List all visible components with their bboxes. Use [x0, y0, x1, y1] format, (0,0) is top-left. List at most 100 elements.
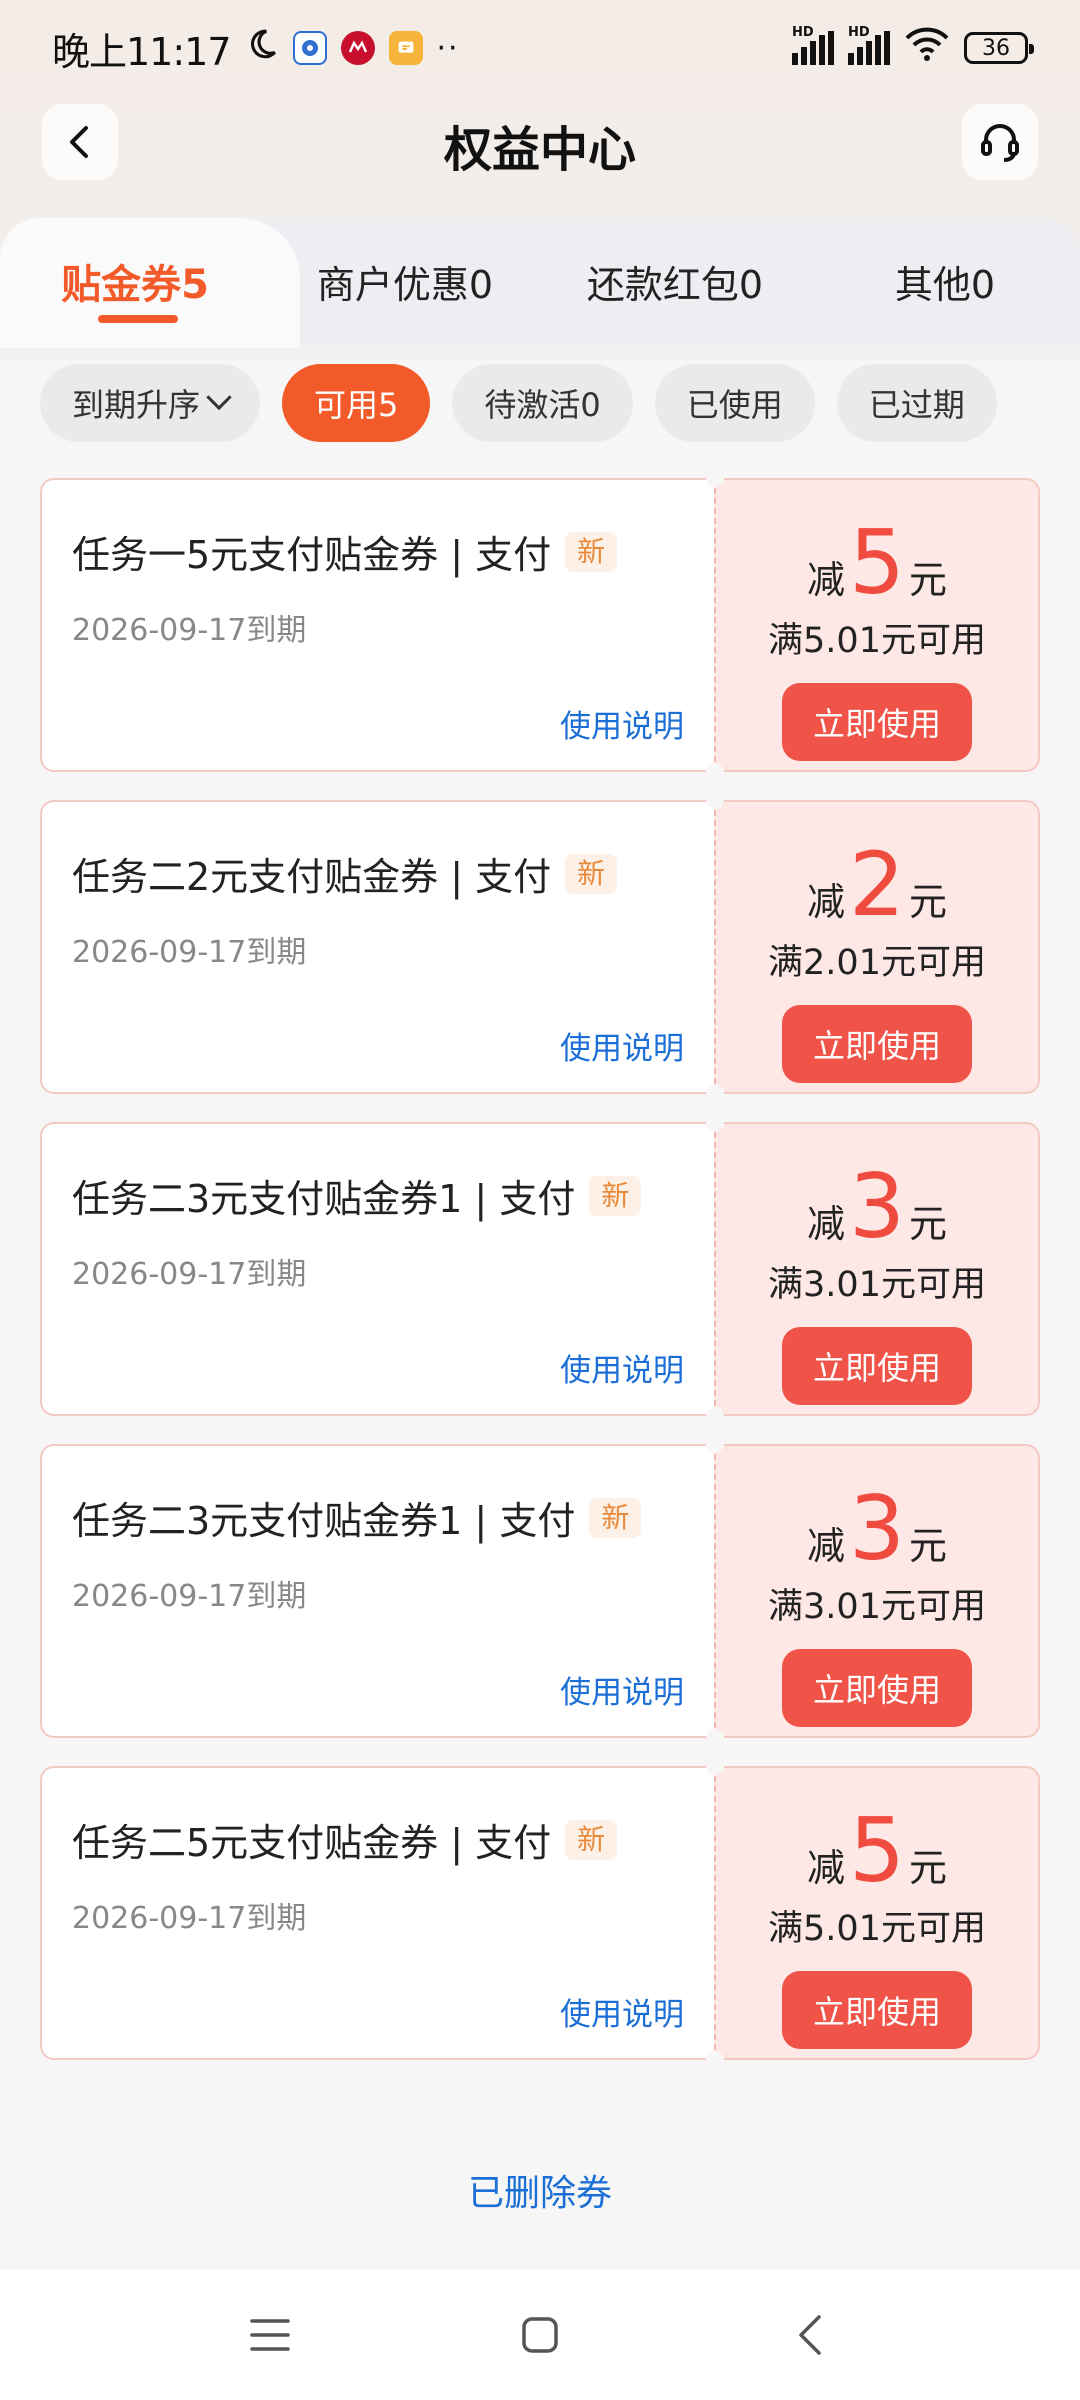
- cellular-signal-icon-2: HD: [848, 25, 890, 65]
- active-tab-indicator: [98, 315, 178, 323]
- discount-number: 3: [849, 1477, 905, 1580]
- coupon-title: 任务二2元支付贴金券 | 支付: [72, 855, 552, 899]
- coupon-expiry-date: 2026-09-17到期: [72, 613, 307, 648]
- use-now-button[interactable]: 立即使用: [782, 1649, 972, 1727]
- coupon-expiry-date: 2026-09-17到期: [72, 1257, 307, 1292]
- filter-chips: 到期升序 可用5 待激活0 已使用 已过期: [40, 364, 997, 444]
- wifi-icon: [904, 26, 950, 71]
- new-badge: 新: [589, 1497, 642, 1538]
- chevron-left-icon: [799, 2315, 821, 2355]
- chevron-down-icon: [206, 384, 232, 411]
- coupon-title-row: 任务一5元支付贴金券 | 支付 新: [72, 524, 684, 579]
- discount-amount: 减 2 元: [807, 840, 947, 930]
- system-navigation-bar: [0, 2270, 1080, 2400]
- status-right: HD HD 36: [792, 25, 1034, 71]
- usage-instructions-link[interactable]: 使用说明: [560, 1667, 684, 1712]
- coupon-card: 任务一5元支付贴金券 | 支付 新 2026-09-17到期 使用说明 减 5 …: [40, 469, 1040, 781]
- minimum-spend-condition: 满5.01元可用: [768, 621, 986, 661]
- coupon-info: 任务二3元支付贴金券1 | 支付 新 2026-09-17到期 使用说明: [40, 1444, 714, 1738]
- new-badge: 新: [565, 1819, 618, 1860]
- discount-prefix: 减: [806, 880, 845, 924]
- coupon-value: 减 3 元 满3.01元可用 立即使用: [714, 1444, 1040, 1738]
- use-now-button[interactable]: 立即使用: [782, 683, 972, 761]
- coupon-title-row: 任务二3元支付贴金券1 | 支付 新: [72, 1168, 684, 1223]
- message-app-icon: [388, 31, 423, 65]
- page-title: 权益中心: [443, 122, 636, 178]
- coupon-notch: [706, 1407, 724, 1425]
- cellular-signal-icon: HD: [792, 25, 834, 65]
- discount-amount: 减 5 元: [807, 1806, 947, 1896]
- coupon-title-row: 任务二5元支付贴金券 | 支付 新: [72, 1812, 684, 1867]
- usage-instructions-link[interactable]: 使用说明: [560, 1989, 684, 2034]
- more-notifications-icon: ··: [436, 30, 460, 66]
- coupon-notch: [706, 1435, 724, 1453]
- menu-icon: [250, 2319, 290, 2351]
- deleted-coupons-link[interactable]: 已删除券: [0, 2164, 1080, 2216]
- discount-prefix: 减: [806, 1202, 845, 1246]
- discount-unit: 元: [909, 1846, 948, 1890]
- customer-service-button[interactable]: [962, 104, 1038, 180]
- use-now-button[interactable]: 立即使用: [782, 1327, 972, 1405]
- coupon-notch: [706, 1757, 724, 1775]
- status-left: 晚上11:17 ··: [52, 21, 460, 76]
- coupon-title-row: 任务二3元支付贴金券1 | 支付 新: [72, 1490, 684, 1545]
- discount-unit: 元: [909, 1524, 948, 1568]
- usage-instructions-link[interactable]: 使用说明: [560, 701, 684, 746]
- coupon-notch: [706, 469, 724, 487]
- hd-label: HD: [792, 25, 814, 40]
- sort-expiry-chip[interactable]: 到期升序: [40, 364, 261, 442]
- new-badge: 新: [589, 1175, 642, 1216]
- discount-unit: 元: [909, 1202, 948, 1246]
- tab-merchant-offers[interactable]: 商户优惠0: [270, 218, 540, 344]
- home-square-icon: [522, 2317, 558, 2353]
- tab-repayment-red-packets[interactable]: 还款红包0: [540, 218, 810, 344]
- filter-used-chip[interactable]: 已使用: [654, 364, 815, 442]
- coupon-title: 任务二3元支付贴金券1 | 支付: [72, 1499, 576, 1543]
- coupon-notch: [706, 2051, 724, 2069]
- discount-amount: 减 3 元: [807, 1484, 947, 1574]
- coupon-notch: [706, 791, 724, 809]
- tab-others[interactable]: 其他0: [810, 218, 1080, 344]
- home-button[interactable]: [505, 2300, 575, 2370]
- usage-instructions-link[interactable]: 使用说明: [560, 1345, 684, 1390]
- coupon-expiry-date: 2026-09-17到期: [72, 1579, 307, 1614]
- tab-coupons[interactable]: 贴金券5: [0, 218, 270, 344]
- use-now-button[interactable]: 立即使用: [782, 1005, 972, 1083]
- bank-app-icon: [340, 31, 375, 65]
- coupon-value: 减 5 元 满5.01元可用 立即使用: [714, 478, 1040, 772]
- filter-pending-chip[interactable]: 待激活0: [452, 364, 633, 442]
- headset-icon: [981, 124, 1019, 162]
- discount-prefix: 减: [806, 558, 845, 602]
- coupon-title: 任务二5元支付贴金券 | 支付: [72, 1821, 552, 1865]
- status-time: 晚上11:17: [52, 29, 232, 74]
- minimum-spend-condition: 满2.01元可用: [768, 943, 986, 983]
- coupon-title: 任务一5元支付贴金券 | 支付: [72, 533, 552, 577]
- discount-number: 3: [849, 1155, 905, 1258]
- new-badge: 新: [565, 531, 618, 572]
- minimum-spend-condition: 满3.01元可用: [768, 1587, 986, 1627]
- battery-icon: 36: [964, 32, 1034, 64]
- filter-available-chip[interactable]: 可用5: [282, 364, 431, 442]
- discount-number: 2: [849, 833, 905, 936]
- header: 权益中心: [0, 100, 1080, 210]
- discount-number: 5: [849, 511, 905, 614]
- filter-expired-chip[interactable]: 已过期: [836, 364, 997, 442]
- app-notification-icon: [292, 31, 327, 65]
- coupon-notch: [706, 1729, 724, 1747]
- discount-prefix: 减: [806, 1846, 845, 1890]
- coupon-card: 任务二2元支付贴金券 | 支付 新 2026-09-17到期 使用说明 减 2 …: [40, 791, 1040, 1103]
- discount-prefix: 减: [806, 1524, 845, 1568]
- coupon-info: 任务二2元支付贴金券 | 支付 新 2026-09-17到期 使用说明: [40, 800, 714, 1094]
- moon-icon: [245, 26, 279, 70]
- coupon-card: 任务二3元支付贴金券1 | 支付 新 2026-09-17到期 使用说明 减 3…: [40, 1113, 1040, 1425]
- coupon-expiry-date: 2026-09-17到期: [72, 935, 307, 970]
- coupon-info: 任务一5元支付贴金券 | 支付 新 2026-09-17到期 使用说明: [40, 478, 714, 772]
- discount-unit: 元: [909, 558, 948, 602]
- recent-apps-button[interactable]: [235, 2300, 305, 2370]
- usage-instructions-link[interactable]: 使用说明: [560, 1023, 684, 1068]
- sort-expiry-label: 到期升序: [72, 386, 201, 424]
- use-now-button[interactable]: 立即使用: [782, 1971, 972, 2049]
- coupon-notch: [706, 763, 724, 781]
- system-back-button[interactable]: [775, 2300, 845, 2370]
- coupon-title-row: 任务二2元支付贴金券 | 支付 新: [72, 846, 684, 901]
